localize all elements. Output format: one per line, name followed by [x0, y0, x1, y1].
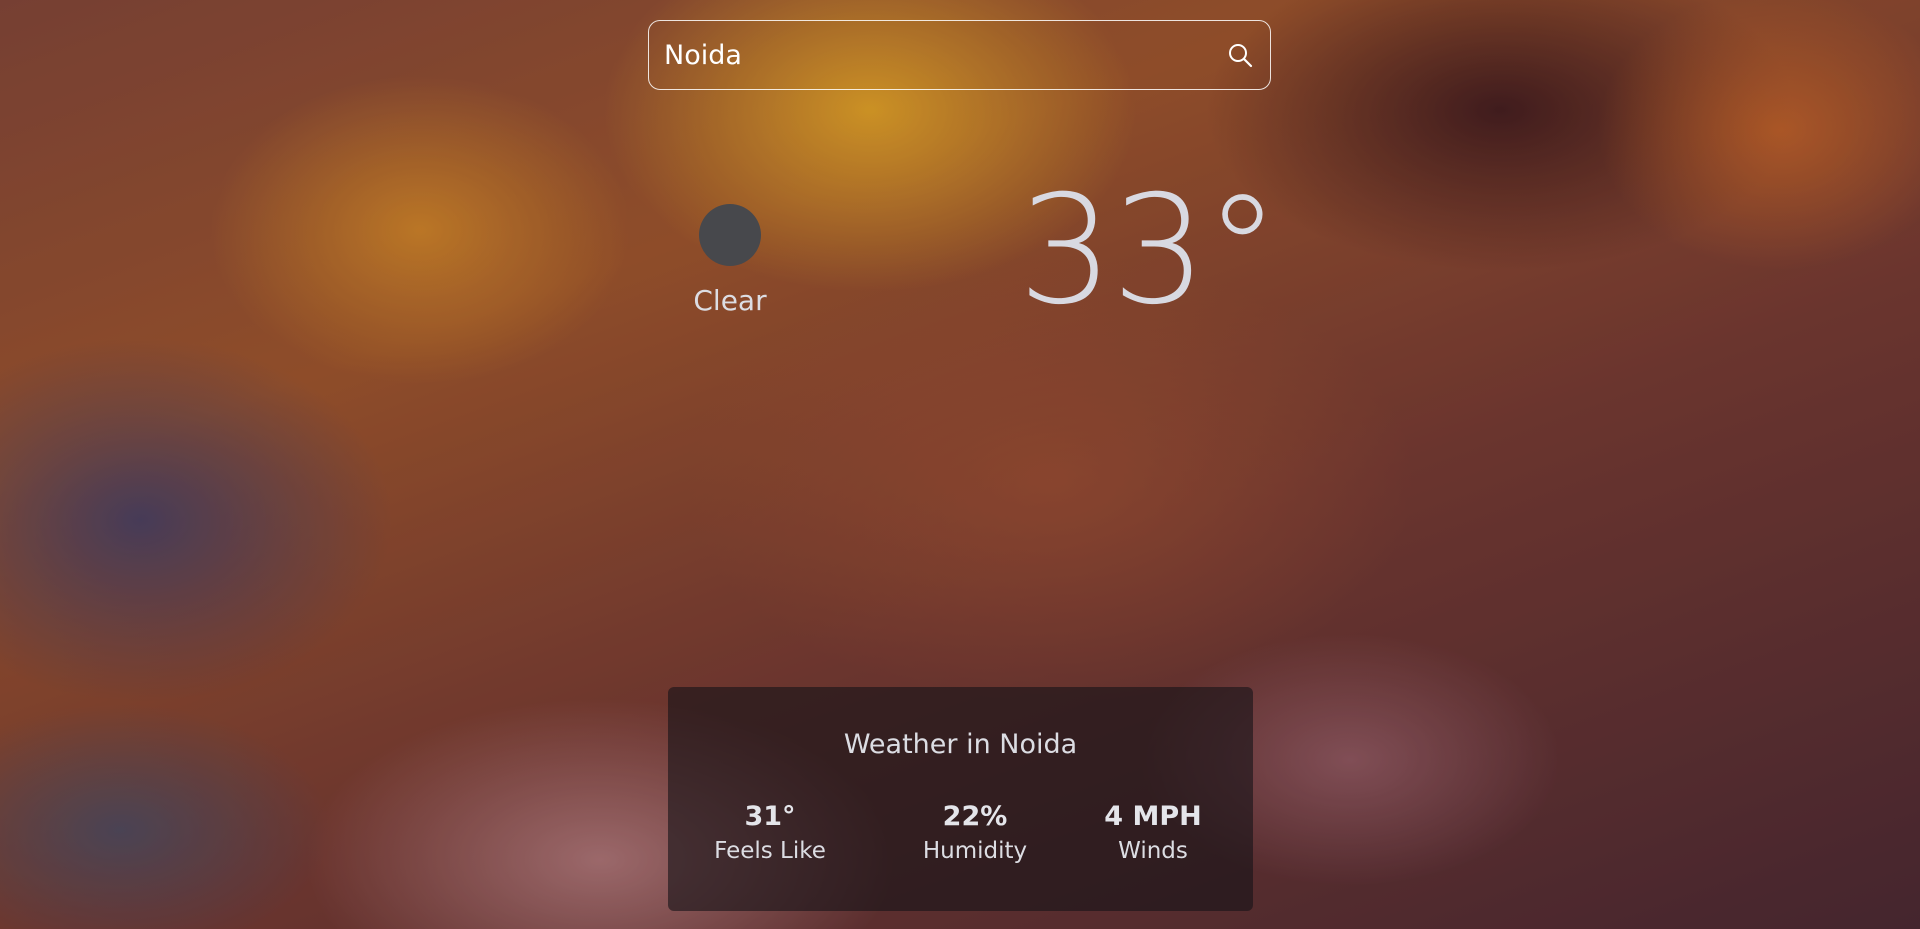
humidity-stat: 22% Humidity — [885, 801, 1065, 864]
weather-details-card: Weather in Noida 31° Feels Like 22% Humi… — [668, 687, 1253, 911]
search-bar — [648, 20, 1271, 90]
weather-condition-icon — [699, 204, 761, 266]
feels-like-label: Feels Like — [714, 838, 826, 864]
winds-label: Winds — [1118, 838, 1188, 864]
feels-like-stat: 31° Feels Like — [680, 801, 860, 864]
humidity-value: 22% — [942, 801, 1008, 832]
winds-value: 4 MPH — [1104, 801, 1202, 832]
weather-page: Clear 33° Weather in Noida 31° Feels Lik… — [0, 0, 1920, 929]
search-input[interactable] — [649, 21, 1210, 89]
condition-block: Clear — [680, 200, 780, 317]
card-title: Weather in Noida — [843, 729, 1078, 760]
current-temperature: 33° — [1018, 164, 1280, 338]
feels-like-value: 31° — [744, 801, 796, 832]
winds-stat: 4 MPH Winds — [1063, 801, 1243, 864]
search-button[interactable] — [1210, 21, 1270, 89]
humidity-label: Humidity — [922, 838, 1028, 864]
condition-label: Clear — [693, 284, 767, 317]
search-icon — [1229, 44, 1253, 68]
